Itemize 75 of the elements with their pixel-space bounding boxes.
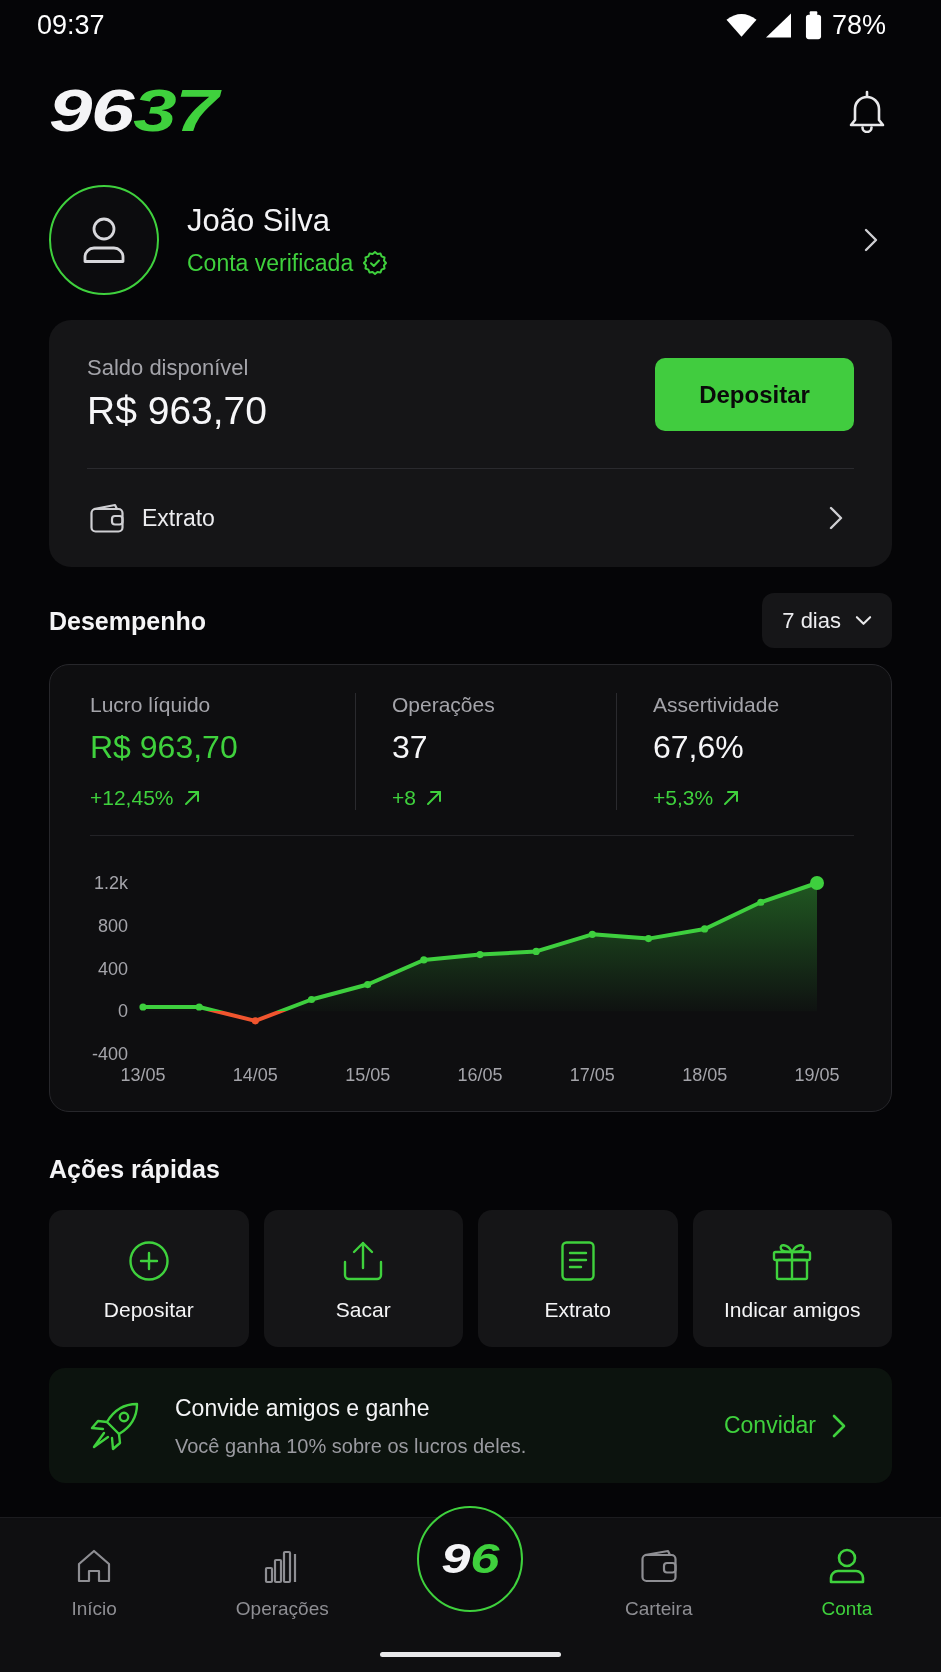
data-point <box>532 947 540 955</box>
stat-change: +8 <box>392 786 416 810</box>
nav-tab[interactable]: Conta <box>752 1518 941 1620</box>
battery-icon <box>804 10 822 40</box>
data-point <box>810 876 824 890</box>
wifi-icon <box>725 13 757 37</box>
data-point <box>476 951 484 959</box>
home-icon <box>76 1548 113 1584</box>
bell-icon[interactable] <box>847 89 887 133</box>
invite-description: Você ganha 10% sobre os lucros deles. <box>175 1433 527 1458</box>
data-point <box>644 935 653 943</box>
stat-label: Lucro líquido <box>90 693 211 717</box>
gift-icon <box>772 1241 813 1281</box>
wallet-icon <box>640 1548 677 1584</box>
stat-change: +12,45% <box>90 786 174 810</box>
stat-change: +5,3% <box>653 786 714 810</box>
nav-tab[interactable]: Operações <box>188 1518 377 1620</box>
statement-link[interactable]: Extrato <box>87 469 854 567</box>
x-axis-label: 15/05 <box>345 1065 391 1085</box>
data-point <box>420 956 428 964</box>
quick-action-button[interactable]: Extrato <box>478 1210 678 1347</box>
stat-value: 67,6% <box>653 729 744 765</box>
section-title: Ações rápidas <box>49 1154 221 1184</box>
stat-label: Operações <box>392 693 495 717</box>
x-axis-label: 16/05 <box>457 1065 503 1085</box>
y-axis-label: 400 <box>97 958 128 979</box>
data-point <box>139 1003 147 1011</box>
y-axis-label: -400 <box>91 1044 128 1064</box>
data-point <box>588 930 596 938</box>
balance-amount: R$ 963,70 <box>87 388 267 434</box>
section-title: Desempenho <box>49 605 206 636</box>
x-axis-label: 14/05 <box>232 1065 278 1085</box>
stat-value: 37 <box>392 729 428 765</box>
deposit-button[interactable]: Depositar <box>655 358 854 431</box>
quick-action-button[interactable]: Depositar <box>49 1210 249 1347</box>
wallet-icon <box>90 503 124 533</box>
user-name: João Silva <box>187 203 332 239</box>
plus-circle-icon <box>128 1241 169 1281</box>
x-axis-label: 17/05 <box>569 1065 615 1085</box>
x-axis-label: 18/05 <box>682 1065 728 1085</box>
balance-label: Saldo disponível <box>87 355 250 381</box>
nav-tab[interactable]: Carteira <box>564 1518 753 1620</box>
x-axis-label: 19/05 <box>794 1065 840 1085</box>
invite-link[interactable]: Convidar <box>723 1412 846 1439</box>
quick-action-button[interactable]: Sacar <box>263 1210 463 1347</box>
y-axis-label: 1.2k <box>93 873 128 893</box>
y-axis-label: 0 <box>118 1001 128 1022</box>
chevron-right-icon <box>832 1413 846 1438</box>
stat-label: Assertividade <box>653 693 780 717</box>
data-point <box>364 980 372 989</box>
invite-title: Convide amigos e ganhe <box>175 1393 431 1422</box>
data-point <box>307 995 316 1004</box>
period-dropdown[interactable]: 7 dias <box>762 593 892 648</box>
signal-icon <box>764 12 792 38</box>
quick-action-button[interactable]: Indicar amigos <box>692 1210 892 1347</box>
data-point <box>195 1003 203 1011</box>
y-axis-label: 800 <box>97 915 128 936</box>
logo-button[interactable]: 96 <box>417 1506 524 1612</box>
battery-percentage: 78% <box>831 9 886 41</box>
person-icon <box>82 217 126 263</box>
nav-tab[interactable]: Início <box>0 1518 189 1620</box>
upload-icon <box>343 1241 384 1281</box>
person-icon <box>828 1548 865 1584</box>
chevron-right-icon <box>829 506 843 530</box>
x-axis-label: 13/05 <box>120 1065 166 1085</box>
data-point <box>757 898 765 906</box>
data-point <box>701 925 709 933</box>
data-point <box>251 1017 259 1025</box>
chevron-right-icon[interactable] <box>864 228 878 252</box>
chevron-down-icon <box>855 615 872 626</box>
document-icon <box>560 1241 595 1281</box>
status-time: 09:37 <box>37 9 105 41</box>
account-status: Conta verificada <box>187 249 354 277</box>
stat-value: R$ 963,70 <box>90 729 238 765</box>
rocket-icon <box>90 1400 140 1451</box>
